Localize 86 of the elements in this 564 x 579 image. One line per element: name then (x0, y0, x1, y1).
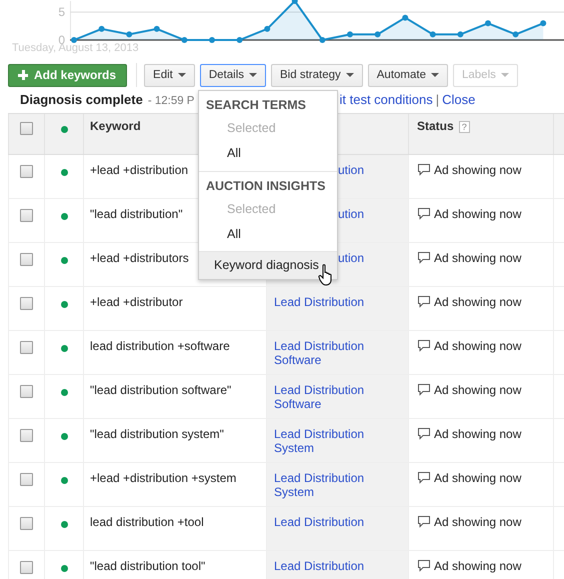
checkbox[interactable] (20, 341, 33, 354)
menu-item[interactable]: All (199, 141, 337, 166)
table-cell: +lead +distribution (90, 163, 188, 177)
help-icon[interactable]: ? (458, 121, 470, 133)
status-text: Ad showing now (434, 471, 522, 485)
data-point (430, 31, 436, 38)
ad-group-link[interactable]: ution (338, 163, 364, 177)
menu-heading: SEARCH TERMS (205, 97, 308, 114)
checkbox[interactable] (20, 385, 33, 398)
data-point (540, 20, 546, 26)
table-cell: "lead distribution tool" (90, 559, 206, 573)
dropdown-button[interactable]: Edit (144, 64, 195, 86)
dropdown-button[interactable]: Automate (368, 64, 448, 86)
y-tick-label: 5 (58, 5, 65, 20)
status-text: Ad showing now (434, 295, 522, 309)
status-text: Ad showing now (434, 251, 522, 265)
speech-bubble-icon (417, 295, 431, 308)
caret-icon (178, 73, 186, 77)
dropdown-button[interactable]: Bid strategy (271, 64, 363, 86)
caret-icon (430, 73, 439, 77)
data-point (126, 31, 132, 38)
dropdown-button[interactable]: Details (200, 64, 266, 86)
checkbox[interactable] (20, 209, 33, 222)
speech-bubble-icon (417, 515, 431, 528)
table-cell: +lead +distributors (90, 251, 189, 265)
menu-item[interactable]: All (199, 222, 337, 247)
column-header: Status (417, 119, 454, 133)
separator: | (436, 92, 440, 107)
checkbox[interactable] (20, 473, 33, 486)
data-point (485, 20, 491, 26)
speech-bubble-icon (417, 163, 431, 176)
speech-bubble-icon (417, 559, 431, 572)
status-text: Ad showing now (434, 559, 522, 573)
table-cell: "lead distribution system" (90, 427, 224, 441)
checkbox[interactable] (20, 165, 33, 178)
data-point (319, 37, 326, 43)
data-point (181, 37, 188, 43)
caret-icon (346, 73, 354, 77)
speech-bubble-icon (417, 339, 431, 352)
data-point (209, 37, 215, 43)
data-point (236, 37, 243, 43)
status-text: Ad showing now (434, 339, 522, 353)
data-point (154, 26, 160, 32)
speech-bubble-icon (417, 383, 431, 396)
speech-bubble-icon (417, 471, 431, 484)
menu-heading: AUCTION INSIGHTS (199, 171, 337, 197)
data-point (457, 31, 464, 38)
table-cell: +lead +distributor (90, 295, 183, 309)
data-point (71, 37, 77, 43)
edit-conditions-link[interactable]: it test conditions (339, 92, 433, 107)
status-text: Ad showing now (434, 515, 522, 529)
table-cell: "lead distribution software" (90, 383, 232, 397)
status-text: Ad showing now (434, 163, 522, 177)
table-cell: +lead +distribution +system (90, 471, 236, 485)
checkbox[interactable] (20, 122, 33, 135)
checkbox[interactable] (20, 253, 33, 266)
checkbox[interactable] (20, 517, 33, 530)
timestamp: - 12:59 P (148, 95, 194, 107)
data-point (292, 0, 298, 4)
close-link[interactable]: Close (442, 92, 476, 107)
caret-icon (500, 73, 509, 77)
ad-group-link[interactable]: ution (338, 207, 364, 221)
column-header: Keyword (90, 119, 141, 133)
table-cell: lead distribution +tool (90, 515, 204, 529)
data-point (402, 14, 408, 21)
data-point (98, 26, 105, 32)
table-cell: "lead distribution" (90, 207, 183, 221)
status-text: Ad showing now (434, 427, 522, 441)
ad-group-link[interactable]: ution (338, 251, 364, 265)
data-point (374, 31, 381, 38)
checkbox[interactable] (20, 561, 33, 574)
plus-icon (18, 70, 28, 80)
checkbox[interactable] (20, 297, 33, 310)
table-cell: lead distribution +software (90, 339, 230, 353)
status-title: Diagnosis complete (20, 92, 143, 107)
checkbox[interactable] (20, 429, 33, 442)
speech-bubble-icon (417, 207, 431, 220)
add-keywords-button[interactable]: Add keywords (8, 64, 128, 86)
status-text: Ad showing now (434, 383, 522, 397)
caret-icon (249, 73, 258, 77)
speech-bubble-icon (417, 427, 431, 440)
speech-bubble-icon (417, 251, 431, 264)
status-text: Ad showing now (434, 207, 522, 221)
data-point (264, 26, 270, 32)
data-point (347, 31, 353, 38)
data-point (512, 31, 519, 38)
